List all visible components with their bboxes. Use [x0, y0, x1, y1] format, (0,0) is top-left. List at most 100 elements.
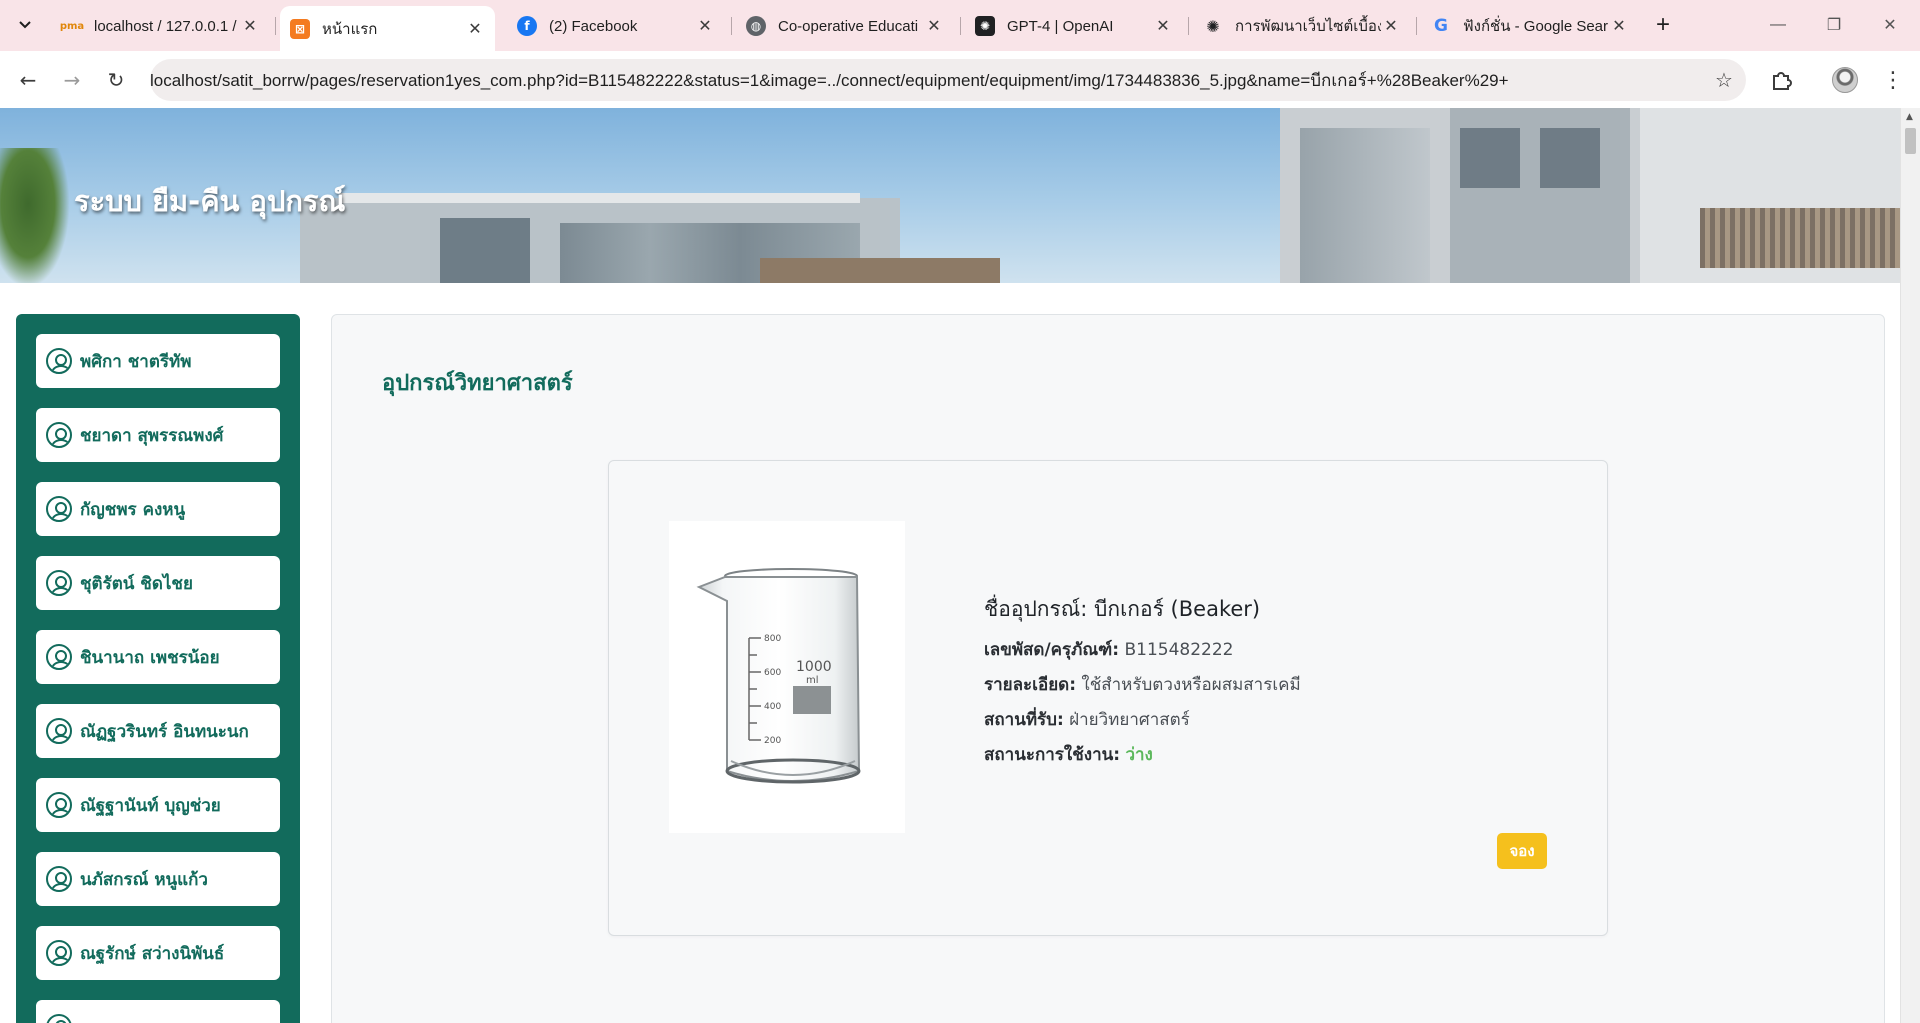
forward-button[interactable]: →: [56, 64, 88, 96]
profile-button[interactable]: [1830, 65, 1860, 95]
avatar: [1832, 67, 1858, 93]
back-button[interactable]: ←: [12, 64, 44, 96]
sidebar-item-label: กัญชพร คงหนู: [80, 499, 186, 520]
globe-icon: ◍: [746, 16, 766, 36]
url-text[interactable]: localhost/satit_borrw/pages/reservation1…: [150, 67, 1702, 94]
restore-button[interactable]: ❐: [1814, 10, 1854, 40]
xampp-icon: ⊠: [290, 18, 310, 39]
close-icon[interactable]: ✕: [924, 16, 944, 36]
sidebar-item-label: ณฐรักษ์ สว่างนิพันธ์: [80, 943, 225, 964]
tab-title: ฟังก์ชั่น - Google Sear: [1463, 18, 1609, 35]
tab-divider: [275, 17, 276, 35]
google-icon: G: [1434, 16, 1448, 36]
equipment-code-row: เลขพัสด/ครุภัณฑ์: B115482222: [984, 636, 1301, 663]
tab-divider: [1416, 17, 1417, 35]
close-icon[interactable]: ✕: [1381, 16, 1401, 36]
tab-divider: [960, 17, 961, 35]
new-tab-button[interactable]: +: [1648, 10, 1678, 40]
user-circle-icon: [46, 422, 72, 448]
main-content: อุปกรณ์วิทยาศาสตร์ 800 600 400 200 1000 …: [331, 314, 1885, 1023]
tab-title: (2) Facebook: [549, 17, 638, 35]
tab-facebook[interactable]: f (2) Facebook ✕: [507, 8, 725, 44]
equipment-detail-label: รายละเอียด:: [984, 675, 1077, 695]
sidebar-item-user[interactable]: นภัสกรณ์ หนูแก้ว: [36, 852, 280, 906]
close-icon: ✕: [1883, 17, 1897, 34]
reserve-button[interactable]: จอง: [1497, 833, 1547, 869]
user-circle-icon: [46, 644, 72, 670]
sidebar-item-label: ชยาดา สุพรรณพงศ์: [80, 425, 224, 446]
close-icon[interactable]: ✕: [1153, 16, 1173, 36]
arrow-left-icon: ←: [19, 68, 37, 92]
address-bar[interactable]: ⓘ localhost/satit_borrw/pages/reservatio…: [150, 59, 1746, 214]
more-vertical-icon: ⋮: [1882, 67, 1904, 93]
tab-google-search[interactable]: G ฟังก์ชั่น - Google Sear ✕: [1421, 8, 1639, 44]
user-circle-icon: [46, 348, 72, 374]
header-banner: ระบบ ยืม-คืน อุปกรณ์: [0, 108, 1900, 283]
tree-image: [0, 148, 70, 283]
tab-cooperative[interactable]: ◍ Co-operative Educati ✕: [736, 8, 954, 44]
close-icon[interactable]: ✕: [465, 19, 485, 39]
sidebar-item-label: พศิกา ชาตรีทัพ: [80, 351, 192, 372]
page-scrollbar[interactable]: ▲: [1900, 108, 1920, 1023]
tab-phpmyadmin[interactable]: pma localhost / 127.0.0.1 / s ✕: [52, 8, 270, 44]
sidebar-item-user[interactable]: ชินานาถ เพชรน้อย: [36, 630, 280, 684]
equipment-name-row: ชื่ออุปกรณ์: บีกเกอร์ (Beaker): [984, 593, 1301, 626]
reload-button[interactable]: ↻: [100, 64, 132, 96]
sidebar-item-user[interactable]: กัญชพร คงหนู: [36, 482, 280, 536]
window-close-button[interactable]: ✕: [1870, 10, 1910, 40]
beaker-image: 800 600 400 200 1000 ml: [696, 568, 861, 784]
volume-label: 1000: [796, 659, 832, 675]
extensions-button[interactable]: [1766, 65, 1796, 95]
sidebar-item-user[interactable]: พศิกา ชาตรีทัพ: [36, 334, 280, 388]
user-circle-icon: [46, 1014, 72, 1023]
equipment-location-label: สถานที่รับ:: [984, 710, 1064, 730]
equipment-code: B115482222: [1124, 640, 1234, 660]
equipment-name-label: ชื่ออุปกรณ์:: [984, 597, 1088, 621]
sidebar-item-label: ชินานาถ เพชรน้อย: [80, 647, 220, 668]
tab-divider: [1188, 17, 1189, 35]
minimize-button[interactable]: —: [1758, 10, 1798, 40]
sidebar-item-user[interactable]: [36, 1000, 280, 1023]
user-circle-icon: [46, 570, 72, 596]
sidebar-item-user[interactable]: ณัฐฐานันท์ บุญช่วย: [36, 778, 280, 832]
tab-web-development[interactable]: ✺ การพัฒนาเว็บไซต์เบื้องต้ ✕: [1193, 8, 1411, 44]
sidebar-item-user[interactable]: ชยาดา สุพรรณพงศ์: [36, 408, 280, 462]
equipment-status-label: สถานะการใช้งาน:: [984, 745, 1121, 765]
scale-400: 400: [764, 702, 781, 712]
user-circle-icon: [46, 718, 72, 744]
restore-icon: ❐: [1826, 17, 1842, 34]
close-icon[interactable]: ✕: [240, 16, 260, 36]
scale-200: 200: [764, 736, 781, 746]
close-icon[interactable]: ✕: [695, 16, 715, 36]
tab-home[interactable]: ⊠ หน้าแรก ✕: [280, 6, 495, 51]
tab-title: localhost / 127.0.0.1 / s: [94, 17, 240, 35]
close-icon[interactable]: ✕: [1609, 16, 1629, 36]
scale-600: 600: [764, 668, 781, 678]
tab-title: การพัฒนาเว็บไซต์เบื้องต้: [1235, 18, 1381, 35]
tab-openai-gpt4[interactable]: ✺ GPT-4 | OpenAI ✕: [965, 8, 1183, 44]
facebook-icon: f: [517, 16, 537, 36]
section-title: อุปกรณ์วิทยาศาสตร์: [382, 371, 573, 396]
bookmark-star-icon[interactable]: ☆: [1702, 68, 1746, 92]
plus-icon: +: [1655, 11, 1670, 38]
unit-label: ml: [806, 675, 819, 686]
sidebar: พศิกา ชาตรีทัพ ชยาดา สุพรรณพงศ์ กัญชพร ค…: [16, 314, 300, 1023]
equipment-info: ชื่ออุปกรณ์: บีกเกอร์ (Beaker) เลขพัสด/ค…: [984, 593, 1301, 776]
arrow-right-icon: →: [63, 68, 81, 92]
openai-icon: ✺: [975, 16, 995, 36]
browser-toolbar: ← → ↻ ⓘ localhost/satit_borrw/pages/rese…: [0, 51, 1920, 214]
tab-title: Co-operative Educati: [778, 17, 919, 35]
sidebar-item-user[interactable]: ชุติรัตน์ ชิดไชย: [36, 556, 280, 610]
puzzle-icon: [1773, 72, 1792, 90]
equipment-code-label: เลขพัสด/ครุภัณฑ์:: [984, 640, 1120, 660]
scroll-up-icon[interactable]: ▲: [1906, 112, 1913, 122]
sidebar-item-user[interactable]: ณัฏฐวรินทร์ อินทนะนก: [36, 704, 280, 758]
sidebar-item-user[interactable]: ณฐรักษ์ สว่างนิพันธ์: [36, 926, 280, 980]
tab-search-button[interactable]: [8, 9, 42, 41]
browser-menu-button[interactable]: ⋮: [1878, 65, 1908, 95]
user-circle-icon: [46, 940, 72, 966]
user-circle-icon: [46, 792, 72, 818]
openai-icon: ✺: [1206, 16, 1220, 36]
scrollbar-thumb[interactable]: [1905, 128, 1916, 154]
page-viewport: ระบบ ยืม-คืน อุปกรณ์ พศิกา ชาตรีทัพ ชยาด…: [0, 108, 1900, 1023]
